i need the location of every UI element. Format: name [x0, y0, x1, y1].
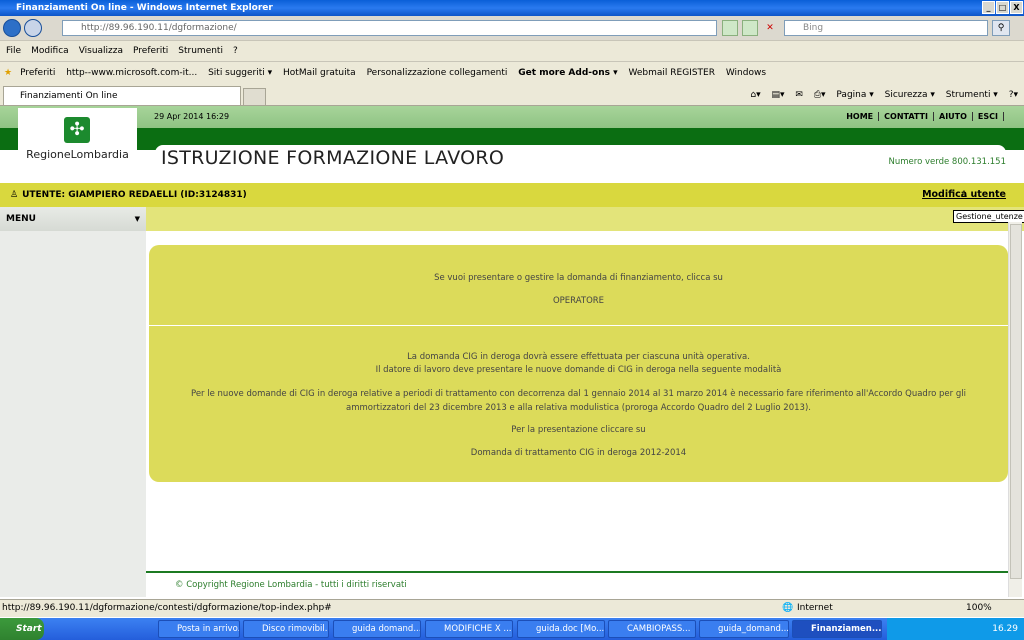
copyright: © Copyright Regione Lombardia - tutti i … — [175, 580, 407, 590]
clock: 16.29 — [992, 624, 1018, 634]
title-box: ISTRUZIONE FORMAZIONE LAVORO Numero verd… — [155, 145, 1006, 183]
fav-link[interactable]: HotMail gratuita — [283, 68, 356, 78]
phone-number: Numero verde 800.131.151 — [888, 157, 1006, 167]
fav-link[interactable]: Get more Add-ons ▾ — [518, 68, 617, 78]
search-input[interactable]: Bing — [784, 20, 988, 36]
fav-link[interactable]: Windows — [726, 68, 766, 78]
fav-link[interactable]: http--www.microsoft.com-it... — [66, 68, 197, 78]
user-bar: ♙ UTENTE: GIAMPIERO REDAELLI (ID:3124831)… — [0, 183, 1024, 207]
back-button[interactable] — [3, 19, 21, 37]
nav-esci[interactable]: ESCI — [972, 112, 1004, 121]
menu-toggle[interactable]: MENU ▼ — [0, 207, 146, 231]
start-button[interactable]: Start — [0, 618, 44, 640]
user-name: UTENTE: GIAMPIERO REDAELLI (ID:3124831) — [22, 190, 247, 200]
star-icon: ★ — [4, 68, 13, 78]
nav-aiuto[interactable]: AIUTO — [934, 112, 973, 121]
maximize-button[interactable]: □ — [996, 1, 1009, 14]
new-tab-button[interactable] — [243, 88, 266, 106]
address-bar-row: http://89.96.190.11/dgformazione/ ✕ Bing… — [0, 16, 1024, 40]
menu-file[interactable]: File — [6, 46, 21, 56]
search-icon[interactable]: ⚲ — [992, 20, 1010, 36]
taskbar-item[interactable]: CAMBIOPASS... — [608, 620, 696, 638]
vertical-scrollbar[interactable] — [1008, 222, 1022, 597]
taskbar-item[interactable]: guida.doc [Mo... — [517, 620, 605, 638]
top-nav: HOME CONTATTI AIUTO ESCI — [841, 110, 1004, 124]
menu-visualizza[interactable]: Visualizza — [79, 46, 123, 56]
footer-divider — [146, 571, 1008, 573]
menu-label: MENU — [6, 214, 36, 224]
operator-text: Se vuoi presentare o gestire la domanda … — [434, 273, 723, 283]
page-menu[interactable]: Pagina ▾ — [836, 90, 873, 100]
feeds-icon[interactable]: ▤▾ — [771, 90, 784, 100]
regione-lombardia-logo[interactable]: ✣ RegioneLombardia — [18, 108, 137, 168]
taskbar-item[interactable]: MODIFICHE X ... — [425, 620, 513, 638]
mail-icon[interactable]: ✉ — [795, 90, 803, 100]
browser-tab[interactable]: Finanziamenti On line — [3, 86, 241, 106]
taskbar-item[interactable]: guida_domand... — [699, 620, 789, 638]
safety-menu[interactable]: Sicurezza ▾ — [885, 90, 935, 100]
fav-link[interactable]: Siti suggeriti ▾ — [208, 68, 272, 78]
command-bar: ⌂▾ ▤▾ ✉ ⎙▾ Pagina ▾ Sicurezza ▾ Strument… — [742, 86, 1018, 104]
sidebar: MENU ▼ — [0, 207, 146, 597]
cig-text: La domanda CIG in deroga dovrà essere ef… — [407, 352, 750, 362]
status-bar: http://89.96.190.11/dgformazione/contest… — [0, 599, 1024, 617]
taskbar-item-active[interactable]: Finanziamen... — [792, 620, 882, 638]
forward-button[interactable] — [24, 19, 42, 37]
print-icon[interactable]: ⎙▾ — [814, 90, 826, 100]
nav-contatti[interactable]: CONTATTI — [879, 112, 934, 121]
status-url: http://89.96.190.11/dgformazione/contest… — [2, 603, 332, 613]
close-button[interactable]: X — [1010, 1, 1023, 14]
system-tray: 16.29 — [887, 618, 1024, 640]
cig-box: La domanda CIG in deroga dovrà essere ef… — [149, 326, 1008, 482]
tools-menu[interactable]: Strumenti ▾ — [946, 90, 998, 100]
compat-view-icon[interactable] — [722, 20, 738, 36]
datetime: 29 Apr 2014 16:29 — [154, 112, 230, 121]
menu-bar: File Modifica Visualizza Preferiti Strumenti… — [0, 40, 1024, 62]
logo-text: RegioneLombardia — [26, 148, 129, 161]
cig-text: Per la presentazione cliccare su — [511, 425, 646, 435]
cig-paragraph: Per le nuove domande di CIG in deroga re… — [191, 389, 966, 413]
help-icon[interactable]: ?▾ — [1009, 90, 1018, 100]
cig-text: Il datore di lavoro deve presentare le n… — [375, 365, 782, 375]
site-title: ISTRUZIONE FORMAZIONE LAVORO — [161, 147, 505, 169]
taskbar-item[interactable]: Posta in arrivo... — [158, 620, 240, 638]
chevron-down-icon: ▼ — [134, 215, 140, 223]
fav-link[interactable]: Personalizzazione collegamenti — [367, 68, 508, 78]
menu-preferiti[interactable]: Preferiti — [133, 46, 168, 56]
nav-home[interactable]: HOME — [841, 112, 880, 121]
favorites-bar: ★ Preferiti http--www.microsoft.com-it...… — [0, 62, 1024, 84]
menu-modifica[interactable]: Modifica — [31, 46, 69, 56]
refresh-icon[interactable] — [742, 20, 758, 36]
tab-bar: Finanziamenti On line ⌂▾ ▤▾ ✉ ⎙▾ Pagina … — [0, 84, 1024, 106]
stop-icon[interactable]: ✕ — [762, 20, 778, 36]
taskbar-item[interactable]: Disco rimovibil... — [243, 620, 329, 638]
cig-link[interactable]: Domanda di trattamento CIG in deroga 201… — [149, 448, 1008, 458]
internet-zone-icon: 🌐 — [782, 603, 794, 613]
zone-label: Internet — [797, 603, 833, 613]
taskbar-item[interactable]: guida domand... — [333, 620, 421, 638]
home-icon[interactable]: ⌂▾ — [750, 90, 760, 100]
operator-link[interactable]: OPERATORE — [149, 296, 1008, 306]
menu-help[interactable]: ? — [233, 46, 238, 56]
url-input[interactable]: http://89.96.190.11/dgformazione/ — [62, 20, 717, 36]
user-icon: ♙ — [10, 190, 19, 200]
taskbar: Start Posta in arrivo... Disco rimovibil… — [0, 618, 1024, 640]
window-title-bar: Finanziamenti On line - Windows Internet… — [0, 0, 1024, 16]
operator-box: Se vuoi presentare o gestire la domanda … — [149, 245, 1008, 325]
menu-row — [0, 207, 1024, 231]
menu-strumenti[interactable]: Strumenti — [178, 46, 223, 56]
zoom-level[interactable]: 100% — [966, 600, 992, 617]
window-title: Finanziamenti On line - Windows Internet… — [16, 3, 273, 13]
favorites-button[interactable]: Preferiti — [20, 68, 55, 78]
modify-user-link[interactable]: Modifica utente — [922, 183, 1006, 207]
minimize-button[interactable]: _ — [982, 1, 995, 14]
fav-link[interactable]: Webmail REGISTER — [629, 68, 715, 78]
logo-icon: ✣ — [64, 117, 90, 143]
scrollbar-thumb[interactable] — [1010, 224, 1022, 579]
